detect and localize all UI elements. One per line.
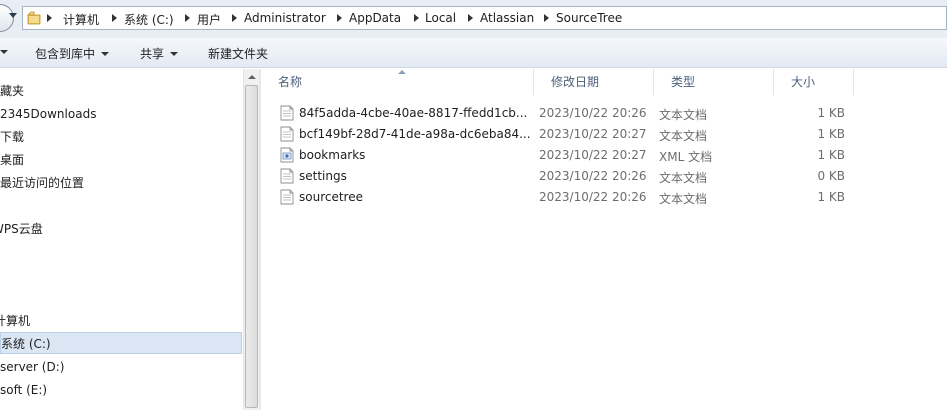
organize-button[interactable] [0,45,8,59]
file-name: sourcetree [299,190,363,204]
xml-file-icon [280,147,294,163]
navigation-scrollbar[interactable] [243,69,259,410]
file-name: settings [299,169,347,183]
column-header-name-label: 名称 [278,75,303,89]
folder-icon [27,11,41,25]
file-date: 2023/10/22 20:27 [539,148,647,162]
breadcrumb-separator-icon[interactable] [414,14,419,22]
file-name: 84f5adda-4cbe-40ae-8817-ffedd1cb... [299,106,528,120]
navigation-pane: 收藏夹 2345Downloads 下载 桌面 最近访问的位置 WPS云盘 库 … [0,69,243,410]
chevron-down-icon [170,52,179,56]
breadcrumb-users[interactable]: 用户 [197,11,221,28]
nav-item-drive-e[interactable]: soft (E:) [0,379,47,401]
new-folder-button[interactable]: 新建文件夹 [208,45,268,62]
history-dropdown-icon[interactable] [9,13,17,18]
file-size: 0 KB [817,169,845,183]
nav-item-downloads[interactable]: 下载 [0,126,24,148]
file-name: bcf149bf-28d7-41de-a98a-dc6eba84... [299,127,531,141]
breadcrumb-computer[interactable]: 计算机 [63,11,99,28]
text-file-icon [280,126,294,142]
breadcrumb-sourcetree[interactable]: SourceTree [556,11,622,25]
file-row[interactable]: 84f5adda-4cbe-40ae-8817-ffedd1cb... 2023… [277,103,857,124]
scroll-up-arrow-icon[interactable] [248,75,256,79]
file-row[interactable]: bookmarks 2023/10/22 20:27 XML 文档 1 KB [277,145,857,166]
chevron-down-icon [0,50,8,54]
address-bar[interactable]: 计算机 系统 (C:) 用户 Administrator AppData Loc… [22,6,947,30]
file-row[interactable]: sourcetree 2023/10/22 20:26 文本文档 1 KB [277,187,857,208]
back-button[interactable] [0,4,14,32]
file-type: 文本文档 [659,192,708,206]
file-date: 2023/10/22 20:27 [539,127,647,141]
include-in-library-button[interactable]: 包含到库中 [35,45,110,62]
file-size: 1 KB [817,106,845,120]
breadcrumb-separator-icon[interactable] [468,14,473,22]
text-file-icon [280,168,294,184]
text-file-icon [280,189,294,205]
nav-item-recent-places[interactable]: 最近访问的位置 [0,172,84,194]
file-row[interactable]: bcf149bf-28d7-41de-a98a-dc6eba84... 2023… [277,124,857,145]
breadcrumb-appdata[interactable]: AppData [349,11,401,25]
breadcrumb-separator-icon[interactable] [47,14,52,22]
file-date: 2023/10/22 20:26 [539,169,647,183]
share-button[interactable]: 共享 [140,45,179,62]
breadcrumb-separator-icon[interactable] [232,14,237,22]
file-name: bookmarks [299,148,366,162]
breadcrumb-separator-icon[interactable] [544,14,549,22]
breadcrumb-separator-icon[interactable] [185,14,190,22]
file-size: 1 KB [817,148,845,162]
file-size: 1 KB [817,190,845,204]
command-bar: 包含到库中 共享 新建文件夹 [0,38,947,68]
nav-item-drive-c[interactable]: 系统 (C:) [0,332,242,354]
column-header-date[interactable]: 修改日期 [534,69,654,95]
file-date: 2023/10/22 20:26 [539,106,647,120]
file-row[interactable]: settings 2023/10/22 20:26 文本文档 0 KB [277,166,857,187]
file-type: XML 文档 [659,150,713,164]
file-size: 1 KB [817,127,845,141]
file-date: 2023/10/22 20:26 [539,190,647,204]
column-header-size[interactable]: 大小 [774,69,854,95]
column-header-type[interactable]: 类型 [654,69,774,95]
file-type: 文本文档 [659,129,708,143]
nav-item-desktop[interactable]: 桌面 [0,149,24,171]
nav-item-computer[interactable]: 计算机 [0,310,30,332]
sort-ascending-icon [398,70,406,74]
chevron-down-icon [101,52,110,56]
breadcrumb-separator-icon[interactable] [112,14,117,22]
column-header-name[interactable]: 名称 [261,69,534,95]
address-bar-area: 计算机 系统 (C:) 用户 Administrator AppData Loc… [0,0,947,38]
nav-item-drive-d[interactable]: server (D:) [0,356,64,378]
file-type: 文本文档 [659,108,708,122]
breadcrumb-separator-icon[interactable] [337,14,342,22]
breadcrumb-drive-c[interactable]: 系统 (C:) [124,11,174,28]
breadcrumb-local[interactable]: Local [425,11,456,25]
file-list-pane: 名称 修改日期 类型 大小 84f5adda-4cbe-40ae-8817-ff… [261,69,947,410]
text-file-icon [280,105,294,121]
breadcrumb-administrator[interactable]: Administrator [244,11,326,25]
scrollbar-thumb[interactable] [245,85,258,408]
nav-item-drive-c-label: 系统 (C:) [1,337,51,351]
file-type: 文本文档 [659,171,708,185]
breadcrumb-atlassian[interactable]: Atlassian [480,11,534,25]
nav-item-2345downloads[interactable]: 2345Downloads [0,103,96,125]
nav-item-favorites[interactable]: 收藏夹 [0,80,24,102]
nav-item-wps-cloud[interactable]: WPS云盘 [0,218,43,240]
